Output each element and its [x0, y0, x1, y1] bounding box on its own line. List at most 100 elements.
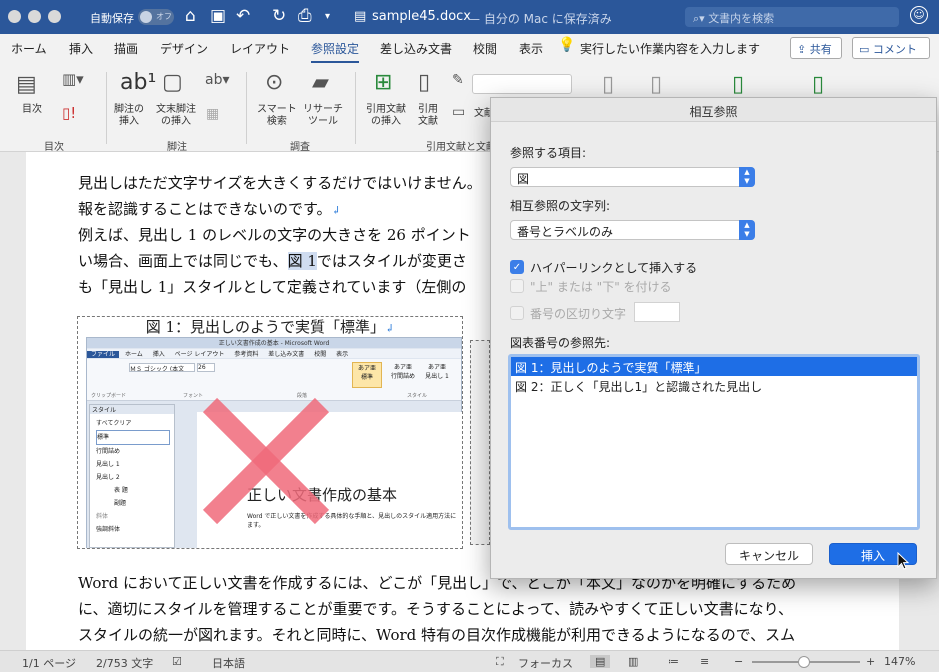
save-icon[interactable]: ▣ [210, 6, 226, 26]
reference-text-select[interactable]: 番号とラベルのみ ▲ ▼ [510, 220, 755, 240]
document-icon: ▤ [354, 9, 367, 24]
bibliography-button[interactable]: 引用 文献 [418, 104, 438, 128]
figure-font-select: ＭＳ ゴシック (本文 [129, 363, 195, 372]
language[interactable]: 日本語 [212, 655, 245, 671]
figure-styles-pane: スタイル すべてクリア 標準 行間詰め 見出し 1 見出し 2 表 題 副題 斜… [89, 404, 175, 548]
lightbulb-icon: 💡 [558, 37, 576, 53]
tab-draw[interactable]: 描画 [114, 40, 138, 57]
group-footnote-label: 脚注 [167, 142, 187, 153]
reference-type-select[interactable]: 図 ▲ ▼ [510, 167, 755, 187]
draft-view-icon[interactable]: ≡ [700, 655, 709, 668]
insert-table-of-figures-icon[interactable]: ▯ [650, 72, 662, 97]
toc-button-label[interactable]: 目次 [22, 104, 42, 116]
figure-style-normal: あア亜 標準 [352, 362, 382, 388]
title-bar: 自動保存 オフ ⌂ ▣ ↶ ↻ ⎙ ▾ ▤ sample45.docx — 自分… [0, 0, 939, 34]
close-window-button[interactable] [8, 10, 21, 23]
figure-1[interactable]: 正しい文書作成の基本 - Microsoft Word ファイル ホーム 挿入 … [77, 316, 463, 549]
caption-list[interactable]: 図 1：見出しのようで実質「標準」 図 2：正しく「見出し1」と認識された見出し [508, 354, 920, 530]
share-button[interactable]: ⇪ 共有 [790, 37, 842, 59]
separator-input [634, 302, 680, 322]
minimize-window-button[interactable] [28, 10, 41, 23]
cancel-button[interactable]: キャンセル [725, 543, 813, 565]
add-text-icon[interactable]: ▥▾ [62, 70, 84, 88]
feedback-smiley-icon[interactable]: ☺ [910, 6, 928, 24]
researcher-icon[interactable]: ▰ [312, 70, 329, 95]
tab-mailings[interactable]: 差し込み文書 [380, 40, 452, 57]
page-count[interactable]: 1/1 ページ [22, 655, 76, 671]
for-which-label: 図表番号の参照先: [510, 336, 611, 350]
customize-toolbar-icon[interactable]: ▾ [325, 11, 330, 22]
zoom-out-icon[interactable]: − [734, 655, 743, 668]
doc-line-8: スタイルの統一が図れます。それと同時に、Word 特有の目次作成機能が利用できる… [78, 626, 796, 644]
outline-view-icon[interactable]: ≔ [668, 655, 679, 668]
smart-lookup-icon[interactable]: ⊙ [265, 70, 283, 95]
tab-design[interactable]: デザイン [160, 40, 208, 57]
figure-caption: 図 1：見出しのようで実質「標準」↲ [145, 318, 395, 336]
focus-mode[interactable]: フォーカス [518, 655, 573, 671]
select-arrows-icon: ▲ ▼ [739, 167, 755, 187]
document-filename: sample45.docx [372, 9, 471, 24]
citation-style-icon[interactable]: ✎ [452, 72, 464, 88]
next-footnote-icon[interactable]: ab▾ [205, 72, 230, 88]
insert-caption-icon[interactable]: ▯ [602, 72, 614, 97]
mark-entry-icon[interactable]: ▯ [732, 72, 744, 97]
mark-citation-icon[interactable]: ▯ [812, 72, 824, 97]
zoom-window-button[interactable] [48, 10, 61, 23]
zoom-level[interactable]: 147% [884, 655, 915, 668]
update-table-icon[interactable]: ▯! [62, 104, 76, 122]
mouse-cursor-icon [897, 552, 910, 570]
smart-lookup-button[interactable]: スマート 検索 [257, 104, 297, 128]
insert-footnote-button[interactable]: 脚注の 挿入 [114, 104, 144, 128]
researcher-button[interactable]: リサーチ ツール [303, 104, 343, 128]
word-count[interactable]: 2/753 文字 [96, 655, 153, 671]
list-item[interactable]: 図 1：見出しのようで実質「標準」 [511, 357, 917, 376]
figure-style-heading1: あア亜 見出し 1 [425, 364, 449, 380]
toc-icon[interactable]: ▤ [16, 72, 37, 97]
proofing-icon[interactable]: ☑ [172, 655, 182, 668]
print-layout-icon[interactable]: ▤ [590, 655, 611, 668]
insert-endnote-icon[interactable]: ▢ [162, 70, 183, 95]
tab-home[interactable]: ホーム [11, 40, 47, 57]
cross-reference-field[interactable]: 図 1 [287, 252, 317, 270]
autosave-toggle[interactable]: オフ [138, 9, 174, 25]
bibliography-icon[interactable]: ▯ [418, 70, 430, 95]
doc-line-2: 報を認識することはできないのです。↲ [78, 200, 341, 218]
hyperlink-checkbox[interactable]: ✓ [510, 260, 524, 274]
figure-tabs: ファイル ホーム 挿入 ページ レイアウト 参考資料 差し込み文書 校閲 表示 [87, 349, 461, 358]
tab-insert[interactable]: 挿入 [69, 40, 93, 57]
figure-ribbon: ＭＳ ゴシック (本文 26 あア亜 標準 あア亜 行間詰め あア亜 見出し 1… [87, 359, 461, 401]
insert-citation-button[interactable]: 引用文献 の挿入 [366, 104, 406, 128]
zoom-in-icon[interactable]: + [866, 655, 875, 668]
undo-icon[interactable]: ↶ [236, 6, 250, 26]
figure-styles-list: すべてクリア 標準 行間詰め 見出し 1 見出し 2 表 題 副題 斜体 強調斜… [90, 414, 174, 536]
tab-layout[interactable]: レイアウト [230, 40, 290, 57]
redo-icon[interactable]: ↻ [272, 6, 286, 26]
tell-me-input[interactable]: 実行したい作業内容を入力します [580, 40, 760, 57]
reference-text-label: 相互参照の文字列: [510, 199, 611, 213]
citation-style-select[interactable] [472, 74, 572, 94]
tab-view[interactable]: 表示 [519, 40, 543, 57]
insert-endnote-button[interactable]: 文末脚注 の挿入 [156, 104, 196, 128]
insert-citation-icon[interactable]: ⊞ [374, 70, 392, 95]
comment-button[interactable]: ▭ コメント [852, 37, 930, 59]
bibliography-menu-icon[interactable]: ▭ [452, 104, 465, 120]
focus-icon[interactable]: ⛶ [496, 655, 504, 669]
group-citations-label: 引用文献と文献 [426, 142, 496, 153]
doc-line-4: い場合、画面上では同じでも、図 1ではスタイルが変更さ [78, 252, 467, 270]
insert-footnote-icon[interactable]: ab¹ [120, 70, 156, 95]
list-item[interactable]: 図 2：正しく「見出し1」と認識された見出し [511, 376, 917, 395]
figure-window-title: 正しい文書作成の基本 - Microsoft Word [87, 338, 461, 348]
show-notes-icon: ▦ [206, 106, 220, 122]
zoom-slider-thumb[interactable] [798, 656, 810, 668]
share-icon: ⇪ [797, 43, 810, 56]
home-icon[interactable]: ⌂ [185, 6, 196, 26]
web-layout-icon[interactable]: ▥ [628, 655, 638, 668]
tab-review[interactable]: 校閲 [473, 40, 497, 57]
tab-references[interactable]: 参照設定 [311, 40, 360, 63]
paragraph-mark: ↲ [331, 204, 341, 217]
hyperlink-label[interactable]: ハイパーリンクとして挿入する [530, 259, 697, 276]
separator-label: 番号の区切り文字 [530, 307, 627, 321]
print-icon[interactable]: ⎙ [298, 6, 312, 26]
search-input[interactable]: ⌕▾ 文書内を検索 [685, 7, 899, 27]
ribbon-tabs: ホーム 挿入 描画 デザイン レイアウト 参照設定 差し込み文書 校閲 表示 💡… [0, 34, 939, 64]
